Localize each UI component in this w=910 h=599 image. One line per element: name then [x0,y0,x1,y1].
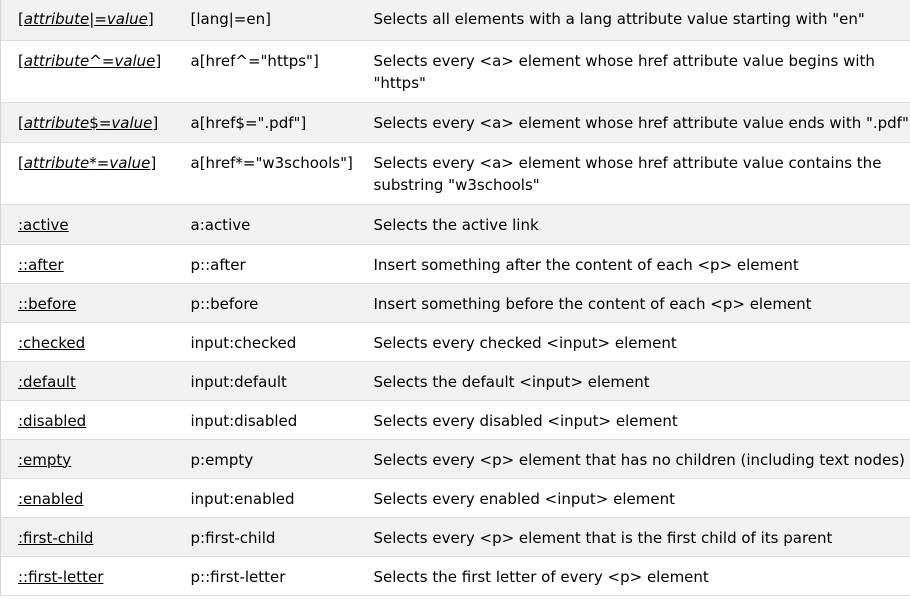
example-cell: a[href*="w3schools"] [174,142,358,205]
description-cell: Selects the default <input> element [357,361,910,401]
selector-link[interactable]: ::before [18,295,76,313]
table-row: :enabled input:enabled Selects every ena… [0,478,910,518]
selector-link[interactable]: :checked [18,334,85,352]
selector-link[interactable]: :empty [18,451,71,469]
selector-cell: :enabled [0,478,175,518]
table-row: [attribute^=value] a[href^="https"] Sele… [0,40,910,103]
table-row: ::before p::before Insert something befo… [0,283,910,323]
example-cell: p::before [174,283,358,323]
table-row: :disabled input:disabled Selects every d… [0,400,910,440]
selector-link[interactable]: :enabled [18,490,83,508]
description-cell: Selects every <a> element whose href att… [357,102,910,143]
example-cell: p::first-letter [174,556,358,596]
selector-link[interactable]: ::after [18,256,64,274]
example-cell: p:empty [174,439,358,479]
selector-cell: :default [0,361,175,401]
table-row: [attribute*=value] a[href*="w3schools"] … [0,142,910,205]
example-cell: input:default [174,361,358,401]
table-row: [attribute$=value] a[href$=".pdf"] Selec… [0,102,910,143]
selector-cell: :checked [0,322,175,362]
description-cell: Selects every enabled <input> element [357,478,910,518]
selector-link[interactable]: :disabled [18,412,86,430]
example-cell: input:checked [174,322,358,362]
description-cell: Selects the first letter of every <p> el… [357,556,910,596]
selector-cell: :empty [0,439,175,479]
example-cell: input:disabled [174,400,358,440]
example-cell: [lang|=en] [174,0,358,41]
selector-link[interactable]: ::first-letter [18,568,103,586]
example-cell: input:enabled [174,478,358,518]
selector-link[interactable]: [attribute*=value] [18,154,156,172]
description-cell: Insert something after the content of ea… [357,244,910,284]
selector-cell: :active [0,204,175,245]
description-cell: Selects all elements with a lang attribu… [357,0,910,41]
description-cell: Selects every <a> element whose href att… [357,40,910,103]
selector-cell: :disabled [0,400,175,440]
selector-link[interactable]: [attribute|=value] [18,10,154,28]
selector-link[interactable]: :default [18,373,76,391]
selector-link[interactable]: :active [18,216,69,234]
description-cell: Selects every disabled <input> element [357,400,910,440]
description-cell: Selects every <p> element that is the fi… [357,517,910,557]
example-cell: p::after [174,244,358,284]
selector-cell: :first-child [0,517,175,557]
selector-cell: ::after [0,244,175,284]
table-row: :active a:active Selects the active link [0,204,910,245]
table-row: ::first-letter p::first-letter Selects t… [0,556,910,596]
selector-link[interactable]: [attribute^=value] [18,52,161,70]
example-cell: a[href^="https"] [174,40,358,103]
table-row: :default input:default Selects the defau… [0,361,910,401]
table-row: :checked input:checked Selects every che… [0,322,910,362]
selector-link[interactable]: [attribute$=value] [18,114,158,132]
selector-cell: [attribute|=value] [0,0,175,41]
table-row: [attribute|=value] [lang|=en] Selects al… [0,0,910,41]
table-row: :first-child p:first-child Selects every… [0,517,910,557]
selector-cell: [attribute*=value] [0,142,175,205]
selector-cell: [attribute^=value] [0,40,175,103]
example-cell: a[href$=".pdf"] [174,102,358,143]
description-cell: Selects every checked <input> element [357,322,910,362]
selector-link[interactable]: :first-child [18,529,93,547]
table-row: ::after p::after Insert something after … [0,244,910,284]
selector-cell: ::first-letter [0,556,175,596]
selector-cell: [attribute$=value] [0,102,175,143]
description-cell: Selects the active link [357,204,910,245]
description-cell: Selects every <p> element that has no ch… [357,439,910,479]
css-selectors-reference-table: [attribute|=value] [lang|=en] Selects al… [0,0,910,596]
description-cell: Insert something before the content of e… [357,283,910,323]
example-cell: p:first-child [174,517,358,557]
table-row: :empty p:empty Selects every <p> element… [0,439,910,479]
selector-cell: ::before [0,283,175,323]
example-cell: a:active [174,204,358,245]
description-cell: Selects every <a> element whose href att… [357,142,910,205]
